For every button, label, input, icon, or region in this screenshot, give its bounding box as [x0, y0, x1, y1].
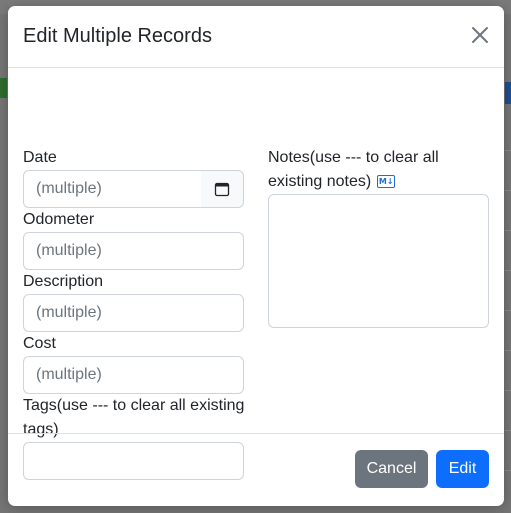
description-label: Description: [23, 273, 104, 290]
notes-label-line2-wrap: existing notes) M↓: [268, 170, 396, 194]
background-row-divider: [505, 270, 511, 271]
edit-button[interactable]: Edit: [436, 450, 489, 488]
background-row-divider: [505, 310, 511, 311]
modal-body: Date (multiple) Odometer (multiple) Desc…: [8, 68, 504, 480]
background-row-divider: [505, 430, 511, 431]
cancel-button[interactable]: Cancel: [355, 450, 428, 488]
background-row-divider: [505, 150, 511, 151]
edit-multiple-records-modal: Edit Multiple Records Date (multiple) Od…: [8, 6, 504, 506]
close-button[interactable]: [470, 25, 490, 45]
background-row-divider: [505, 230, 511, 231]
background-badge-left: [0, 78, 7, 98]
background-row-divider: [505, 350, 511, 351]
notes-textarea[interactable]: [268, 194, 489, 328]
background-row-divider: [505, 470, 511, 471]
markdown-icon: M↓: [377, 175, 396, 189]
date-picker-button[interactable]: [201, 170, 244, 208]
tags-label-line1: Tags(use --- to clear all existing: [23, 397, 245, 414]
background-row-divider: [505, 190, 511, 191]
close-icon: [472, 27, 488, 43]
description-field[interactable]: (multiple): [23, 294, 244, 332]
cost-field[interactable]: (multiple): [23, 356, 244, 394]
odometer-label: Odometer: [23, 211, 95, 228]
modal-header: Edit Multiple Records: [8, 6, 504, 68]
notes-label-line2: existing notes): [268, 173, 372, 190]
calendar-icon: [214, 182, 230, 197]
date-field[interactable]: (multiple): [23, 170, 203, 208]
cost-label: Cost: [23, 335, 56, 352]
modal-footer: Cancel Edit: [8, 433, 504, 506]
odometer-field[interactable]: (multiple): [23, 232, 244, 270]
modal-title: Edit Multiple Records: [23, 25, 212, 47]
notes-label-line1: Notes(use --- to clear all: [268, 149, 439, 166]
date-label: Date: [23, 149, 57, 166]
background-badge-right: [505, 82, 511, 104]
background-row-divider: [505, 390, 511, 391]
